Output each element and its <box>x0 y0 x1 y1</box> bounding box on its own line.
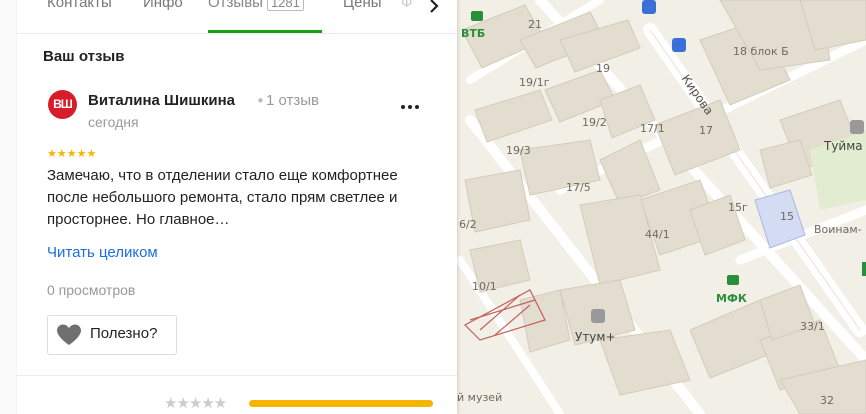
tab-info[interactable]: Инфо <box>143 0 183 11</box>
map-building-number: 21 <box>528 18 542 31</box>
map-poi-vtb[interactable]: ВТБ <box>461 27 485 40</box>
review-rating-stars: ★★★★★ <box>47 147 97 160</box>
avatar[interactable]: ВШ <box>48 90 77 119</box>
review-views-count: 0 просмотров <box>47 282 136 298</box>
useful-button-label: Полезно? <box>90 325 158 342</box>
reviews-count-badge: 1281 <box>266 0 304 11</box>
map-poi-voinam[interactable]: Воинам- <box>814 223 862 236</box>
more-dot-icon <box>414 105 419 109</box>
active-tab-indicator <box>208 30 322 33</box>
map-building-number: 33/1 <box>800 320 825 333</box>
tab-contacts[interactable]: Контакты <box>47 0 112 11</box>
map-poi-tuyma[interactable]: Туйма <box>824 139 863 153</box>
map-building-number: 17 <box>699 124 713 137</box>
chevron-right-icon <box>430 0 439 13</box>
panel-left-edge <box>0 0 17 414</box>
map-poi-mfk[interactable]: МФК <box>716 292 747 305</box>
map-building-number: 15 <box>780 210 794 223</box>
tabs-scroll-right-button[interactable] <box>419 0 449 14</box>
more-options-button[interactable] <box>399 94 423 112</box>
section-title-your-review: Ваш отзыв <box>43 48 125 65</box>
tab-bar: Контакты Инфо Отзывы 1281 Цены Ф <box>17 0 457 34</box>
useful-button[interactable]: Полезно? <box>47 315 177 355</box>
map-building-number: 19/1г <box>519 76 550 89</box>
review-text: Замечаю, что в отделении стало еще комфо… <box>47 167 398 228</box>
map-building-number: 19 <box>596 62 610 75</box>
map-building-number: 18 блок Б <box>733 45 789 58</box>
section-divider <box>17 375 457 376</box>
review-date: сегодня <box>88 114 139 130</box>
tab-reviews[interactable]: Отзывы 1281 <box>208 0 304 11</box>
map-poi-utum[interactable]: Утум+ <box>575 330 616 344</box>
tab-photos[interactable]: Ф <box>401 0 412 11</box>
meta-separator: • <box>256 92 265 110</box>
tab-reviews-label: Отзывы <box>208 0 263 11</box>
author-review-count: 1 отзыв <box>266 92 320 109</box>
map-building-number: 44/1 <box>645 228 670 241</box>
map-building-number: 32 <box>820 394 834 407</box>
review-panel: Контакты Инфо Отзывы 1281 Цены Ф Ваш отзы… <box>17 0 457 414</box>
more-dot-icon <box>400 105 405 109</box>
read-full-review-link[interactable]: Читать целиком <box>47 244 158 261</box>
map-building-number: 17/1 <box>640 122 665 135</box>
map-building-number: 15г <box>728 201 748 214</box>
map-building-number: 17/5 <box>566 181 591 194</box>
rating-distribution-fill <box>249 400 433 407</box>
more-dot-icon <box>407 105 412 109</box>
rating-distribution-stars: ★★★★★ <box>164 394 227 412</box>
map-building-number: 19/3 <box>506 144 531 157</box>
map-building-number: 19/2 <box>582 116 607 129</box>
review-author-name[interactable]: Виталина Шишкина <box>88 92 235 109</box>
tab-prices[interactable]: Цены <box>343 0 382 11</box>
map-poi-museum[interactable]: й музей <box>457 391 502 404</box>
map-building-number: 6/2 <box>459 218 477 231</box>
heart-icon <box>57 324 81 345</box>
map-building-number: 10/1 <box>472 280 497 293</box>
rating-distribution-bar <box>249 400 433 407</box>
